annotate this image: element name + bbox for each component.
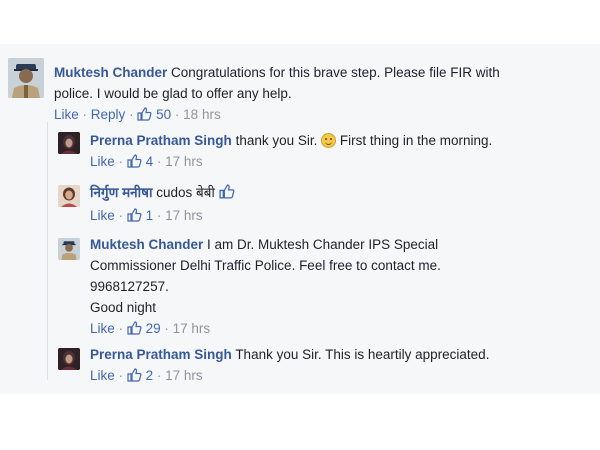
separator: · bbox=[174, 107, 180, 122]
thumbs-up-icon[interactable] bbox=[127, 153, 142, 174]
woman-icon bbox=[58, 185, 80, 207]
separator: · bbox=[118, 368, 124, 383]
woman-icon bbox=[58, 132, 80, 154]
separator: · bbox=[156, 208, 162, 223]
separator: · bbox=[118, 154, 124, 169]
thumbs-up-icon[interactable] bbox=[137, 106, 152, 127]
separator: · bbox=[129, 107, 134, 122]
comment-actions: Like · 1 · 17 hrs bbox=[90, 205, 590, 228]
separator: · bbox=[156, 154, 162, 169]
comment-text: police. I would be glad to offer any hel… bbox=[54, 86, 292, 101]
smiley-emoji-icon bbox=[321, 133, 337, 148]
comment-actions: Like · Reply · 50 · 18 hrs bbox=[54, 104, 594, 127]
separator: · bbox=[118, 208, 124, 223]
police-officer-icon bbox=[8, 58, 44, 98]
reply-link[interactable]: Reply bbox=[91, 107, 126, 122]
woman-avatar[interactable] bbox=[58, 185, 80, 207]
comment-text: Congratulations for this brave step. Ple… bbox=[171, 65, 500, 80]
comment-text: I am Dr. Muktesh Chander IPS Special bbox=[207, 237, 439, 252]
thumbs-up-emoji-icon bbox=[219, 184, 235, 205]
comment-text: Good night bbox=[90, 300, 157, 315]
like-count[interactable]: 29 bbox=[146, 321, 161, 336]
woman-avatar[interactable] bbox=[58, 348, 80, 370]
like-link[interactable]: Like bbox=[90, 321, 115, 336]
reply-thread-line bbox=[47, 122, 48, 380]
woman-icon bbox=[58, 348, 80, 370]
timestamp[interactable]: 17 hrs bbox=[165, 154, 203, 169]
like-link[interactable]: Like bbox=[90, 154, 115, 169]
police-officer-avatar[interactable] bbox=[8, 58, 44, 98]
comment-actions: Like · 29 · 17 hrs bbox=[90, 318, 590, 341]
comment-author[interactable]: Muktesh Chander bbox=[90, 237, 203, 252]
police-officer-icon bbox=[59, 238, 79, 260]
comment-author[interactable]: Muktesh Chander bbox=[54, 65, 167, 80]
comment-text: Thank you Sir. This is heartily apprecia… bbox=[235, 347, 490, 362]
separator: · bbox=[82, 107, 88, 122]
phone-number: 9968127257. bbox=[90, 279, 169, 294]
thumbs-up-icon[interactable] bbox=[127, 320, 142, 341]
police-officer-avatar[interactable] bbox=[58, 238, 80, 260]
timestamp[interactable]: 17 hrs bbox=[165, 368, 203, 383]
timestamp[interactable]: 17 hrs bbox=[173, 321, 211, 336]
separator: · bbox=[156, 368, 162, 383]
comment-author[interactable]: Prerna Pratham Singh bbox=[90, 133, 232, 148]
separator: · bbox=[164, 321, 169, 336]
separator: · bbox=[118, 321, 124, 336]
woman-avatar[interactable] bbox=[58, 132, 80, 154]
thumbs-up-icon[interactable] bbox=[127, 207, 142, 228]
comment-author[interactable]: Prerna Pratham Singh bbox=[90, 347, 232, 362]
comment-text: Commissioner Delhi Traffic Police. Feel … bbox=[90, 258, 441, 273]
like-count[interactable]: 4 bbox=[146, 154, 154, 169]
thumbs-up-icon[interactable] bbox=[127, 367, 142, 388]
comment-author[interactable]: निर्गुण मनीषा bbox=[90, 185, 152, 200]
timestamp[interactable]: 17 hrs bbox=[165, 208, 203, 223]
like-count[interactable]: 50 bbox=[156, 107, 171, 122]
comment-text: thank you Sir. bbox=[235, 133, 318, 148]
comment-actions: Like · 2 · 17 hrs bbox=[90, 365, 590, 388]
like-link[interactable]: Like bbox=[90, 208, 115, 223]
like-link[interactable]: Like bbox=[54, 107, 79, 122]
timestamp[interactable]: 18 hrs bbox=[183, 107, 221, 122]
like-link[interactable]: Like bbox=[90, 368, 115, 383]
comment-text: cudos बेबी bbox=[156, 185, 215, 200]
like-count[interactable]: 2 bbox=[146, 368, 154, 383]
like-count[interactable]: 1 bbox=[146, 208, 154, 223]
comment-text-continued: First thing in the morning. bbox=[339, 133, 493, 148]
comment-actions: Like · 4 · 17 hrs bbox=[90, 151, 590, 174]
